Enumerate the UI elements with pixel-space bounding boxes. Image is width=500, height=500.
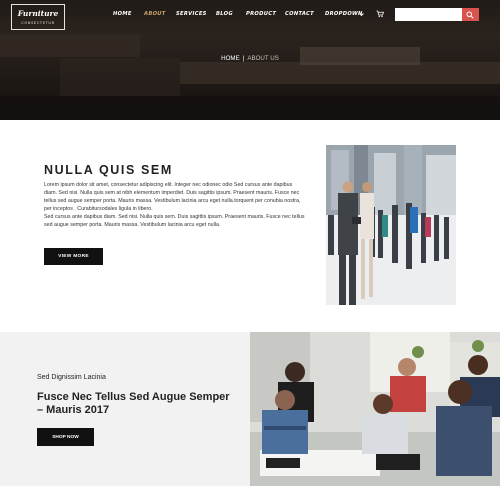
business-people-illustration <box>326 145 456 305</box>
about-text: Lorem ipsum dolor sit amet, consectetur … <box>44 182 306 229</box>
nav-home[interactable]: HOME <box>113 11 132 17</box>
nav-about[interactable]: ABOUT <box>144 11 166 17</box>
search-bar <box>395 8 479 21</box>
chevron-down-icon[interactable] <box>359 12 364 17</box>
breadcrumb-current: ABOUT US <box>247 55 279 62</box>
search-input[interactable] <box>395 8 462 21</box>
search-button[interactable] <box>462 8 479 21</box>
nav-blog[interactable]: BLOG <box>216 11 233 17</box>
promo-subtitle: Sed Dignissim Lacinia <box>37 374 106 381</box>
team-meeting-photo <box>250 332 500 486</box>
search-icon <box>466 11 474 19</box>
about-paragraph-2: Sed cursus ante dapibus diam. Sed nisi. … <box>44 213 305 228</box>
site-logo[interactable]: Furniture CONSECTETUR <box>11 4 65 30</box>
view-more-button[interactable]: VIEW MORE <box>44 248 103 265</box>
breadcrumb-separator: | <box>242 55 245 62</box>
promo-title: Fusce Nec Tellus Sed Augue Semper – Maur… <box>37 391 230 416</box>
cart-icon[interactable] <box>376 10 384 18</box>
logo-subtitle: CONSECTETUR <box>21 21 55 25</box>
nav-services[interactable]: SERVICES <box>176 11 207 17</box>
business-people-photo <box>326 145 456 305</box>
nav-product[interactable]: PRODUCT <box>246 11 276 17</box>
about-title: NULLA QUIS SEM <box>44 163 173 177</box>
breadcrumb: HOME | ABOUT US <box>0 55 500 62</box>
breadcrumb-home[interactable]: HOME <box>221 55 240 62</box>
shop-now-button[interactable]: SHOP NOW <box>37 428 94 446</box>
about-paragraph-1: Lorem ipsum dolor sit amet, consectetur … <box>44 182 301 212</box>
nav-contact[interactable]: CONTACT <box>285 11 314 17</box>
team-meeting-illustration <box>250 332 500 486</box>
nav-dropdown[interactable]: DROPDOWN <box>325 11 363 17</box>
page-bottom-edge <box>0 486 500 500</box>
logo-title: Furniture <box>17 9 59 18</box>
